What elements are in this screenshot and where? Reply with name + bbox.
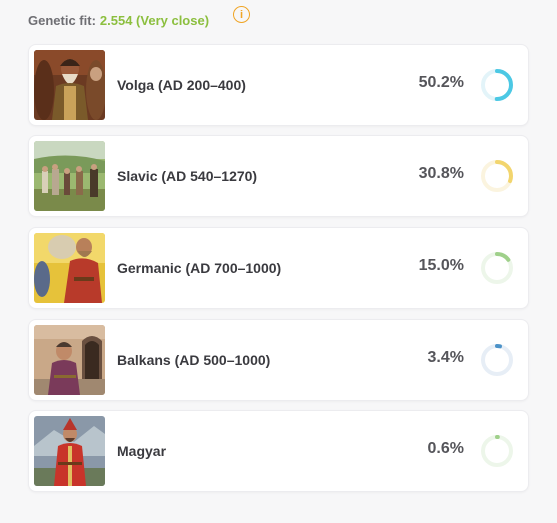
population-percent: 0.6% [427, 440, 464, 457]
percent-ring-graphic [481, 435, 513, 467]
population-card-balkans[interactable]: Balkans (AD 500–1000) 3.4% [28, 319, 529, 401]
percent-ring [479, 342, 515, 378]
percent-ring-graphic [481, 160, 513, 192]
population-percent: 30.8% [418, 165, 464, 182]
population-card-slavic[interactable]: Slavic (AD 540–1270) 30.8% [28, 135, 529, 217]
slavic-thumbnail [34, 141, 105, 211]
volga-warrior-image [34, 50, 105, 120]
genetic-fit-summary: Genetic fit: 2.554 (Very close) [28, 13, 209, 28]
percent-ring-graphic [481, 69, 513, 101]
population-card-magyar[interactable]: Magyar 0.6% [28, 410, 529, 492]
population-card-germanic[interactable]: Germanic (AD 700–1000) 15.0% [28, 227, 529, 309]
population-name: Magyar [117, 443, 167, 459]
slavic-village-image [34, 141, 105, 211]
magyar-thumbnail [34, 416, 105, 486]
percent-ring-graphic [481, 252, 513, 284]
genetic-fit-panel: Genetic fit: 2.554 (Very close) i Volga … [0, 0, 557, 523]
balkan-man-image [34, 325, 105, 395]
percent-ring [479, 67, 515, 103]
ring-track [481, 435, 513, 467]
population-card-volga[interactable]: Volga (AD 200–400) 50.2% [28, 44, 529, 126]
volga-thumbnail [34, 50, 105, 120]
population-percent: 50.2% [418, 74, 464, 91]
germanic-man-image [34, 233, 105, 303]
percent-ring [479, 433, 515, 469]
genetic-fit-label: Genetic fit: [28, 13, 96, 28]
population-name: Volga (AD 200–400) [117, 77, 246, 93]
percent-ring-graphic [481, 344, 513, 376]
magyar-warrior-image [34, 416, 105, 486]
population-name: Slavic (AD 540–1270) [117, 168, 258, 184]
population-percent: 15.0% [418, 257, 464, 274]
population-name: Germanic (AD 700–1000) [117, 260, 282, 276]
population-percent: 3.4% [427, 349, 464, 366]
germanic-thumbnail [34, 233, 105, 303]
ring-track [481, 344, 513, 376]
percent-ring [479, 158, 515, 194]
percent-ring [479, 250, 515, 286]
balkans-thumbnail [34, 325, 105, 395]
info-icon[interactable]: i [233, 6, 250, 23]
genetic-fit-value: 2.554 (Very close) [99, 13, 210, 28]
population-name: Balkans (AD 500–1000) [117, 352, 271, 368]
